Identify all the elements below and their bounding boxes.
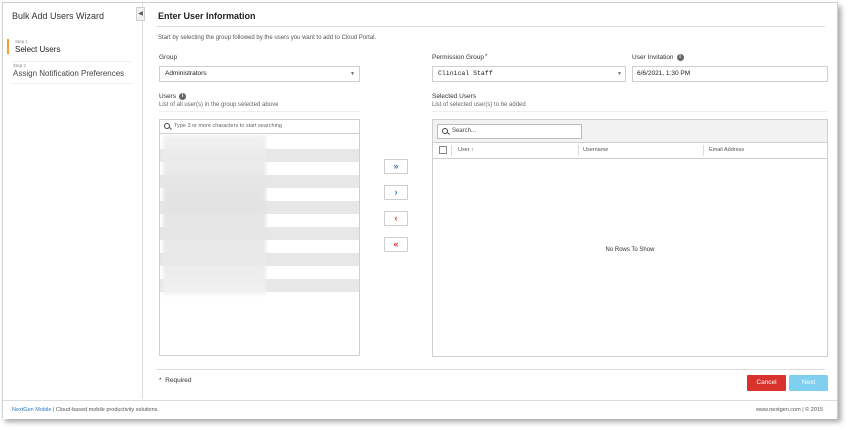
- sort-ascending-icon: ↑: [471, 147, 474, 153]
- users-list[interactable]: Type 3 or more characters to start searc…: [159, 119, 360, 356]
- footer-tagline: | Cloud-based mobile productivity soluti…: [51, 407, 159, 413]
- column-separator: [578, 145, 579, 156]
- selected-users-label: Selected Users: [432, 93, 477, 100]
- divider: [156, 26, 825, 27]
- required-asterisk: *: [159, 377, 162, 384]
- add-selected-user-button[interactable]: ›: [384, 185, 408, 200]
- selected-users-search-placeholder: Search...: [452, 128, 477, 134]
- permission-group-label: Permission Group*: [432, 54, 487, 61]
- user-invitation-label-text: User Invitation: [632, 54, 674, 62]
- info-icon[interactable]: i: [178, 93, 186, 100]
- footer-left: NextGen Mobile | Cloud-based mobile prod…: [12, 401, 159, 419]
- wizard-sidebar: Bulk Add Users Wizard ◀ Step 1 Select Us…: [3, 3, 145, 399]
- column-separator: [451, 145, 452, 156]
- group-label: Group: [159, 54, 178, 61]
- redacted-user-names: [163, 135, 266, 295]
- divider: [12, 61, 132, 62]
- required-note: * Required: [159, 377, 192, 384]
- footer-right: www.nextgen.com | © 2015: [756, 407, 823, 413]
- user-invitation-label: User Invitation i: [632, 54, 684, 61]
- group-select-value: Administrators: [165, 70, 207, 77]
- selected-users-search-input[interactable]: Search...: [437, 124, 582, 139]
- required-note-text: Required: [165, 377, 192, 384]
- step-number: Step 1: [15, 39, 29, 44]
- chevron-down-icon: ▼: [350, 71, 355, 77]
- search-icon: [164, 123, 170, 129]
- remove-selected-user-button[interactable]: ‹: [384, 211, 408, 226]
- step-select-users[interactable]: Step 1 Select Users: [7, 39, 133, 54]
- next-button[interactable]: Next: [789, 375, 828, 391]
- users-label: Users i: [159, 93, 186, 100]
- required-asterisk: *: [485, 54, 488, 60]
- chevron-down-icon: ▼: [617, 71, 621, 77]
- divider: [432, 111, 828, 112]
- info-icon[interactable]: i: [676, 54, 684, 61]
- divider: [159, 111, 360, 112]
- cancel-button[interactable]: Cancel: [747, 375, 786, 391]
- group-select[interactable]: Administrators ▼: [159, 66, 360, 82]
- step-assign-notification-preferences[interactable]: Step 2 Assign Notification Preferences: [7, 63, 133, 78]
- footer: NextGen Mobile | Cloud-based mobile prod…: [3, 400, 837, 419]
- permission-group-label-text: Permission Group: [432, 54, 485, 61]
- wizard-window: Bulk Add Users Wizard ◀ Step 1 Select Us…: [2, 2, 839, 419]
- selected-users-grid: Search... User ↑ Username Email Address …: [432, 119, 828, 357]
- wizard-title: Bulk Add Users Wizard: [12, 11, 105, 21]
- add-all-users-button[interactable]: »: [384, 159, 408, 174]
- grid-toolbar: Search...: [433, 120, 827, 143]
- footer-brand-link[interactable]: NextGen Mobile: [12, 407, 51, 413]
- users-sublabel: List of all user(s) in the group selecte…: [159, 102, 279, 108]
- main-panel: Enter User Information Start by selectin…: [144, 3, 839, 399]
- users-search-placeholder: Type 3 or more characters to start searc…: [174, 123, 282, 129]
- users-search-input[interactable]: Type 3 or more characters to start searc…: [160, 120, 359, 134]
- intro-text: Start by selecting the group followed by…: [158, 35, 377, 41]
- step-label: Select Users: [15, 45, 61, 54]
- step-number: Step 2: [13, 63, 27, 68]
- remove-all-users-button[interactable]: «: [384, 237, 408, 252]
- column-header-email-address[interactable]: Email Address: [709, 147, 744, 153]
- column-header-user-label: User: [458, 147, 470, 153]
- column-header-user[interactable]: User ↑: [458, 147, 474, 153]
- users-label-text: Users: [159, 93, 176, 101]
- divider: [12, 83, 132, 84]
- permission-group-value: Clinical Staff: [438, 70, 493, 77]
- divider: [156, 369, 825, 370]
- search-icon: [442, 128, 448, 134]
- column-separator: [703, 145, 704, 156]
- empty-grid-message: No Rows To Show: [605, 247, 655, 253]
- select-all-checkbox[interactable]: [439, 146, 447, 154]
- step-label: Assign Notification Preferences: [13, 69, 125, 78]
- permission-group-select[interactable]: Clinical Staff ▼: [432, 66, 626, 82]
- selected-users-sublabel: List of selected user(s) to be added: [432, 102, 526, 108]
- grid-header: User ↑ Username Email Address: [433, 143, 827, 159]
- column-header-username[interactable]: Username: [583, 147, 608, 153]
- user-invitation-datetime-input[interactable]: 6/6/2021, 1:30 PM: [632, 66, 828, 82]
- page-title: Enter User Information: [158, 11, 256, 21]
